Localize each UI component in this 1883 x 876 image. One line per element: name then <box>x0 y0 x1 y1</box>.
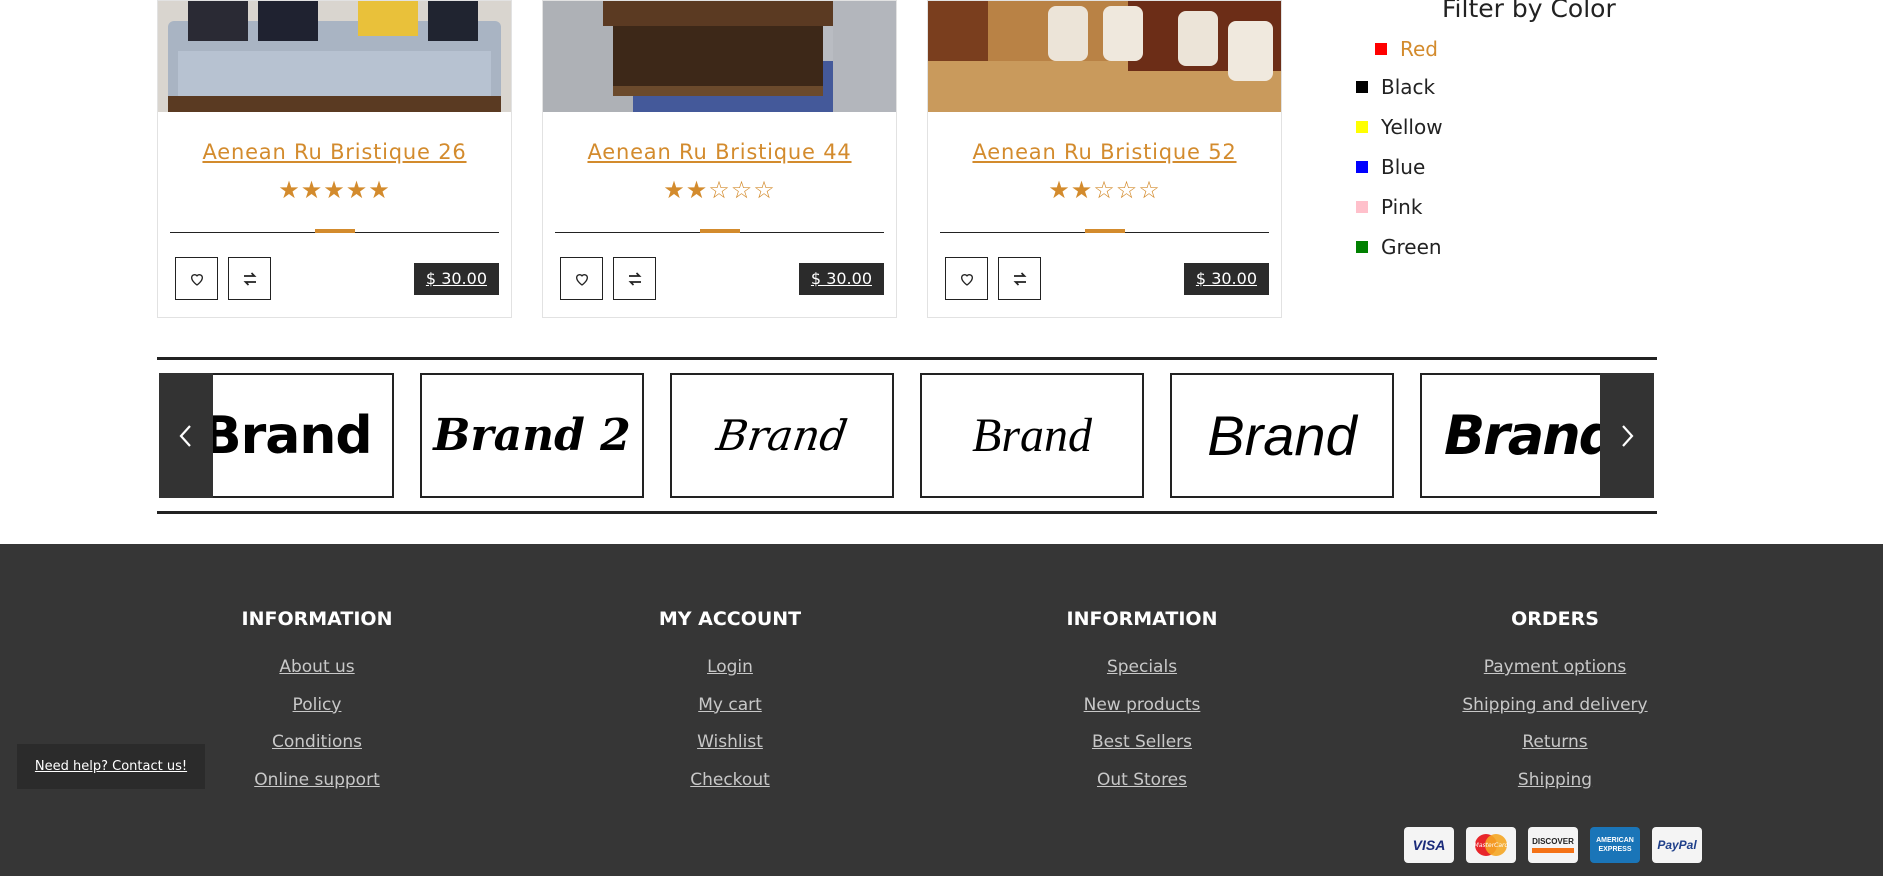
product-card: Aenean Ru Bristique 44 ★★☆☆☆ $ 30.00 <box>542 0 897 318</box>
footer-link-my-cart[interactable]: My cart <box>550 694 910 732</box>
footer-link-out-stores[interactable]: Out Stores <box>962 769 1322 807</box>
brand-carousel-top-rule <box>157 357 1657 360</box>
product-card: Aenean Ru Bristique 26 ★★★★★ $ 30.00 <box>157 0 512 318</box>
chevron-right-icon <box>1622 424 1634 447</box>
brand-text: Brand <box>1444 404 1617 467</box>
exchange-icon <box>1013 271 1026 286</box>
color-label: Green <box>1381 235 1442 259</box>
filter-title: Filter by Color <box>1442 0 1616 23</box>
divider-accent <box>700 229 740 233</box>
price-button[interactable]: $ 30.00 <box>413 263 499 295</box>
footer-heading: INFORMATION <box>241 608 393 630</box>
footer-link-shipping-and-delivery[interactable]: Shipping and delivery <box>1375 694 1735 732</box>
color-filter-yellow[interactable]: Yellow <box>1356 115 1443 139</box>
paypal-icon: PayPal <box>1652 827 1702 863</box>
footer-link-shipping[interactable]: Shipping <box>1375 769 1735 807</box>
footer-column-my-account: MY ACCOUNT Login My cart Wishlist Checko… <box>550 606 910 806</box>
carousel-next-button[interactable] <box>1600 373 1654 498</box>
brand-logo[interactable]: Brand <box>1170 373 1394 498</box>
footer-column-orders: ORDERS Payment options Shipping and deli… <box>1375 606 1735 806</box>
footer-link-specials[interactable]: Specials <box>962 656 1322 694</box>
heart-icon <box>960 273 973 286</box>
color-label: Black <box>1381 75 1436 99</box>
footer-link-payment-options[interactable]: Payment options <box>1375 656 1735 694</box>
rating-stars: ★★☆☆☆ <box>1048 176 1161 204</box>
carousel-prev-button[interactable] <box>159 373 213 498</box>
footer-column-information-2: INFORMATION Specials New products Best S… <box>962 606 1322 806</box>
footer-link-wishlist[interactable]: Wishlist <box>550 731 910 769</box>
exchange-icon <box>243 271 256 286</box>
product-image-sofa[interactable] <box>158 1 511 112</box>
color-filter-red[interactable]: Red <box>1375 37 1438 61</box>
discover-card-icon: DISCOVER <box>1528 827 1578 863</box>
product-image-dining[interactable] <box>928 1 1281 112</box>
brand-logo[interactable]: Brand <box>670 373 894 498</box>
price-button[interactable]: $ 30.00 <box>1183 263 1269 295</box>
footer-link-checkout[interactable]: Checkout <box>550 769 910 807</box>
divider-accent <box>315 229 355 233</box>
color-swatch <box>1356 81 1368 93</box>
wishlist-button[interactable] <box>945 257 988 300</box>
brand-text: Brand 2 <box>433 410 631 461</box>
color-filter-pink[interactable]: Pink <box>1356 195 1422 219</box>
brand-logo[interactable]: Brand 2 <box>420 373 644 498</box>
rating-stars: ★★★★★ <box>278 176 391 204</box>
color-swatch <box>1356 241 1368 253</box>
color-label: Pink <box>1381 195 1423 219</box>
brand-text: Brand <box>972 409 1092 462</box>
divider-accent <box>1085 229 1125 233</box>
heart-icon <box>190 273 203 286</box>
footer-heading: ORDERS <box>1511 608 1599 630</box>
color-label: Blue <box>1381 155 1426 179</box>
footer-link-policy[interactable]: Policy <box>137 694 497 732</box>
footer-link-best-sellers[interactable]: Best Sellers <box>962 731 1322 769</box>
footer-heading: INFORMATION <box>1066 608 1218 630</box>
footer: INFORMATION About us Policy Conditions O… <box>0 544 1883 876</box>
wishlist-button[interactable] <box>560 257 603 300</box>
footer-link-new-products[interactable]: New products <box>962 694 1322 732</box>
color-filter-green[interactable]: Green <box>1356 235 1442 259</box>
color-swatch <box>1375 43 1387 55</box>
american-express-icon: AMERICAN EXPRESS <box>1590 827 1640 863</box>
product-title[interactable]: Aenean Ru Bristique 44 <box>543 140 896 164</box>
color-label: Yellow <box>1381 115 1443 139</box>
color-label: Red <box>1400 37 1438 61</box>
price-button[interactable]: $ 30.00 <box>798 263 884 295</box>
product-card: Aenean Ru Bristique 52 ★★☆☆☆ $ 30.00 <box>927 0 1282 318</box>
exchange-icon <box>628 271 641 286</box>
brand-carousel-bottom-rule <box>157 511 1657 514</box>
wishlist-button[interactable] <box>175 257 218 300</box>
compare-button[interactable] <box>613 257 656 300</box>
footer-link-login[interactable]: Login <box>550 656 910 694</box>
help-contact-button[interactable]: Need help? Contact us! <box>17 744 205 789</box>
compare-button[interactable] <box>998 257 1041 300</box>
product-title[interactable]: Aenean Ru Bristique 52 <box>928 140 1281 164</box>
brand-text: Brand <box>202 405 373 466</box>
brand-logo[interactable]: Brand <box>920 373 1144 498</box>
brand-text: Brand <box>1207 404 1357 467</box>
product-image-table[interactable] <box>543 1 896 112</box>
color-swatch <box>1356 201 1368 213</box>
color-swatch <box>1356 121 1368 133</box>
mastercard-icon: MasterCard <box>1466 827 1516 863</box>
footer-heading: MY ACCOUNT <box>658 608 802 630</box>
product-title[interactable]: Aenean Ru Bristique 26 <box>158 140 511 164</box>
chevron-left-icon <box>179 424 191 447</box>
compare-button[interactable] <box>228 257 271 300</box>
heart-icon <box>575 273 588 286</box>
page: Aenean Ru Bristique 26 ★★★★★ $ 30.00 Aen… <box>0 0 1883 876</box>
brand-text: Brand <box>713 411 851 460</box>
rating-stars: ★★☆☆☆ <box>663 176 776 204</box>
visa-card-icon: VISA <box>1404 827 1454 863</box>
footer-link-about-us[interactable]: About us <box>137 656 497 694</box>
color-filter-blue[interactable]: Blue <box>1356 155 1425 179</box>
color-filter-black[interactable]: Black <box>1356 75 1435 99</box>
footer-link-returns[interactable]: Returns <box>1375 731 1735 769</box>
color-swatch <box>1356 161 1368 173</box>
